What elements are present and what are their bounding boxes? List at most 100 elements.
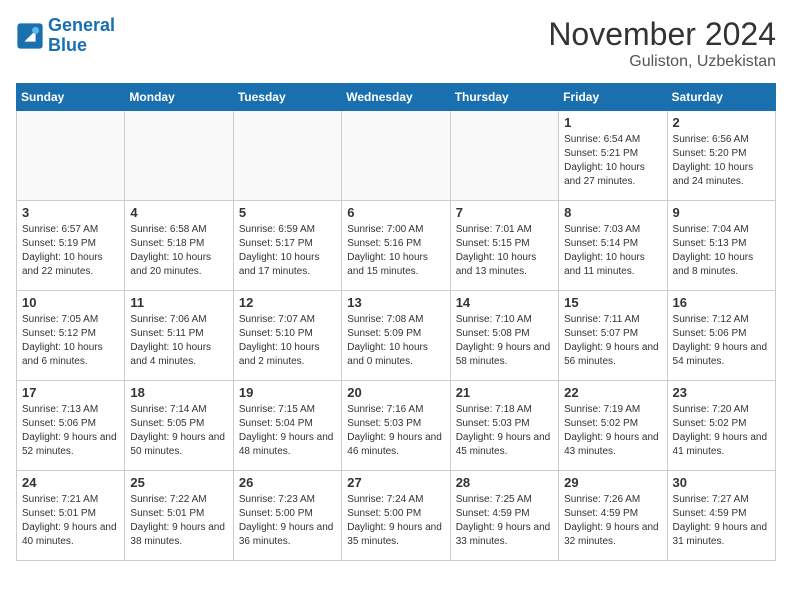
title-block: November 2024 Guliston, Uzbekistan (548, 16, 776, 71)
calendar-cell: 24 Sunrise: 7:21 AM Sunset: 5:01 PM Dayli… (17, 471, 125, 561)
day-info: Sunrise: 7:01 AM Sunset: 5:15 PM Dayligh… (456, 223, 553, 279)
month-title: November 2024 (548, 16, 776, 53)
logo-line2: Blue (48, 35, 87, 55)
calendar-week-row: 1 Sunrise: 6:54 AM Sunset: 5:21 PM Daylig… (17, 111, 776, 201)
calendar-cell: 26 Sunrise: 7:23 AM Sunset: 5:00 PM Dayli… (233, 471, 341, 561)
day-number: 26 (239, 475, 336, 490)
day-number: 23 (673, 385, 770, 400)
day-number: 4 (130, 205, 227, 220)
day-number: 5 (239, 205, 336, 220)
day-number: 21 (456, 385, 553, 400)
day-info: Sunrise: 7:21 AM Sunset: 5:01 PM Dayligh… (22, 493, 119, 549)
calendar-cell: 19Sunrise: 7:15 AM Sunset: 5:04 PM Dayli… (233, 381, 341, 471)
calendar-header-row: SundayMondayTuesdayWednesdayThursdayFrid… (17, 84, 776, 111)
calendar-cell: 12Sunrise: 7:07 AM Sunset: 5:10 PM Dayli… (233, 291, 341, 381)
day-info: Sunrise: 7:10 AM Sunset: 5:08 PM Dayligh… (456, 313, 553, 369)
day-header-friday: Friday (559, 84, 667, 111)
calendar-cell (450, 111, 558, 201)
calendar-cell: 4 Sunrise: 6:58 AM Sunset: 5:18 PM Daylig… (125, 201, 233, 291)
calendar-cell: 3 Sunrise: 6:57 AM Sunset: 5:19 PM Daylig… (17, 201, 125, 291)
calendar-cell: 10Sunrise: 7:05 AM Sunset: 5:12 PM Dayli… (17, 291, 125, 381)
calendar-cell: 22 Sunrise: 7:19 AM Sunset: 5:02 PM Dayli… (559, 381, 667, 471)
day-info: Sunrise: 6:54 AM Sunset: 5:21 PM Dayligh… (564, 133, 661, 189)
day-header-thursday: Thursday (450, 84, 558, 111)
day-number: 28 (456, 475, 553, 490)
day-number: 10 (22, 295, 119, 310)
day-number: 2 (673, 115, 770, 130)
calendar-cell: 14 Sunrise: 7:10 AM Sunset: 5:08 PM Dayli… (450, 291, 558, 381)
day-info: Sunrise: 7:12 AM Sunset: 5:06 PM Dayligh… (673, 313, 770, 369)
day-info: Sunrise: 7:13 AM Sunset: 5:06 PM Dayligh… (22, 403, 119, 459)
day-number: 22 (564, 385, 661, 400)
day-number: 1 (564, 115, 661, 130)
day-number: 15 (564, 295, 661, 310)
calendar-cell: 1 Sunrise: 6:54 AM Sunset: 5:21 PM Daylig… (559, 111, 667, 201)
day-info: Sunrise: 7:25 AM Sunset: 4:59 PM Dayligh… (456, 493, 553, 549)
calendar-cell: 20Sunrise: 7:16 AM Sunset: 5:03 PM Dayli… (342, 381, 450, 471)
day-number: 29 (564, 475, 661, 490)
day-info: Sunrise: 7:06 AM Sunset: 5:11 PM Dayligh… (130, 313, 227, 369)
calendar-cell: 16Sunrise: 7:12 AM Sunset: 5:06 PM Dayli… (667, 291, 775, 381)
day-number: 9 (673, 205, 770, 220)
day-info: Sunrise: 7:03 AM Sunset: 5:14 PM Dayligh… (564, 223, 661, 279)
day-number: 11 (130, 295, 227, 310)
calendar-cell (125, 111, 233, 201)
day-number: 30 (673, 475, 770, 490)
day-info: Sunrise: 6:57 AM Sunset: 5:19 PM Dayligh… (22, 223, 119, 279)
calendar-cell: 25Sunrise: 7:22 AM Sunset: 5:01 PM Dayli… (125, 471, 233, 561)
calendar-cell: 9 Sunrise: 7:04 AM Sunset: 5:13 PM Daylig… (667, 201, 775, 291)
calendar-cell: 15 Sunrise: 7:11 AM Sunset: 5:07 PM Dayli… (559, 291, 667, 381)
day-number: 12 (239, 295, 336, 310)
calendar-week-row: 17 Sunrise: 7:13 AM Sunset: 5:06 PM Dayli… (17, 381, 776, 471)
day-info: Sunrise: 7:00 AM Sunset: 5:16 PM Dayligh… (347, 223, 444, 279)
calendar-cell: 18Sunrise: 7:14 AM Sunset: 5:05 PM Dayli… (125, 381, 233, 471)
day-number: 18 (130, 385, 227, 400)
day-number: 8 (564, 205, 661, 220)
calendar-cell: 23Sunrise: 7:20 AM Sunset: 5:02 PM Dayli… (667, 381, 775, 471)
day-number: 17 (22, 385, 119, 400)
day-header-sunday: Sunday (17, 84, 125, 111)
calendar-cell: 30Sunrise: 7:27 AM Sunset: 4:59 PM Dayli… (667, 471, 775, 561)
day-info: Sunrise: 7:08 AM Sunset: 5:09 PM Dayligh… (347, 313, 444, 369)
calendar-cell: 17 Sunrise: 7:13 AM Sunset: 5:06 PM Dayli… (17, 381, 125, 471)
day-header-monday: Monday (125, 84, 233, 111)
day-info: Sunrise: 7:15 AM Sunset: 5:04 PM Dayligh… (239, 403, 336, 459)
calendar-cell: 7 Sunrise: 7:01 AM Sunset: 5:15 PM Daylig… (450, 201, 558, 291)
day-number: 7 (456, 205, 553, 220)
logo-text: General Blue (48, 16, 115, 56)
day-number: 3 (22, 205, 119, 220)
day-info: Sunrise: 6:59 AM Sunset: 5:17 PM Dayligh… (239, 223, 336, 279)
calendar-cell: 11 Sunrise: 7:06 AM Sunset: 5:11 PM Dayli… (125, 291, 233, 381)
calendar-cell: 27Sunrise: 7:24 AM Sunset: 5:00 PM Dayli… (342, 471, 450, 561)
page-header: General Blue November 2024 Guliston, Uzb… (16, 16, 776, 71)
day-number: 13 (347, 295, 444, 310)
location: Guliston, Uzbekistan (548, 53, 776, 71)
logo-line1: General (48, 15, 115, 35)
calendar-cell (233, 111, 341, 201)
calendar-cell: 8 Sunrise: 7:03 AM Sunset: 5:14 PM Daylig… (559, 201, 667, 291)
calendar-cell (17, 111, 125, 201)
day-info: Sunrise: 7:19 AM Sunset: 5:02 PM Dayligh… (564, 403, 661, 459)
day-info: Sunrise: 7:23 AM Sunset: 5:00 PM Dayligh… (239, 493, 336, 549)
calendar-cell: 13 Sunrise: 7:08 AM Sunset: 5:09 PM Dayli… (342, 291, 450, 381)
day-header-wednesday: Wednesday (342, 84, 450, 111)
calendar-cell: 2 Sunrise: 6:56 AM Sunset: 5:20 PM Daylig… (667, 111, 775, 201)
calendar-table: SundayMondayTuesdayWednesdayThursdayFrid… (16, 83, 776, 561)
day-info: Sunrise: 6:58 AM Sunset: 5:18 PM Dayligh… (130, 223, 227, 279)
day-number: 25 (130, 475, 227, 490)
day-header-tuesday: Tuesday (233, 84, 341, 111)
logo: General Blue (16, 16, 115, 56)
day-info: Sunrise: 7:11 AM Sunset: 5:07 PM Dayligh… (564, 313, 661, 369)
day-info: Sunrise: 7:18 AM Sunset: 5:03 PM Dayligh… (456, 403, 553, 459)
calendar-cell: 5 Sunrise: 6:59 AM Sunset: 5:17 PM Daylig… (233, 201, 341, 291)
calendar-week-row: 3 Sunrise: 6:57 AM Sunset: 5:19 PM Daylig… (17, 201, 776, 291)
calendar-cell (342, 111, 450, 201)
calendar-cell: 6Sunrise: 7:00 AM Sunset: 5:16 PM Daylig… (342, 201, 450, 291)
day-number: 14 (456, 295, 553, 310)
day-number: 24 (22, 475, 119, 490)
day-info: Sunrise: 7:04 AM Sunset: 5:13 PM Dayligh… (673, 223, 770, 279)
day-number: 20 (347, 385, 444, 400)
calendar-cell: 21 Sunrise: 7:18 AM Sunset: 5:03 PM Dayli… (450, 381, 558, 471)
logo-icon (16, 22, 44, 50)
day-info: Sunrise: 6:56 AM Sunset: 5:20 PM Dayligh… (673, 133, 770, 189)
